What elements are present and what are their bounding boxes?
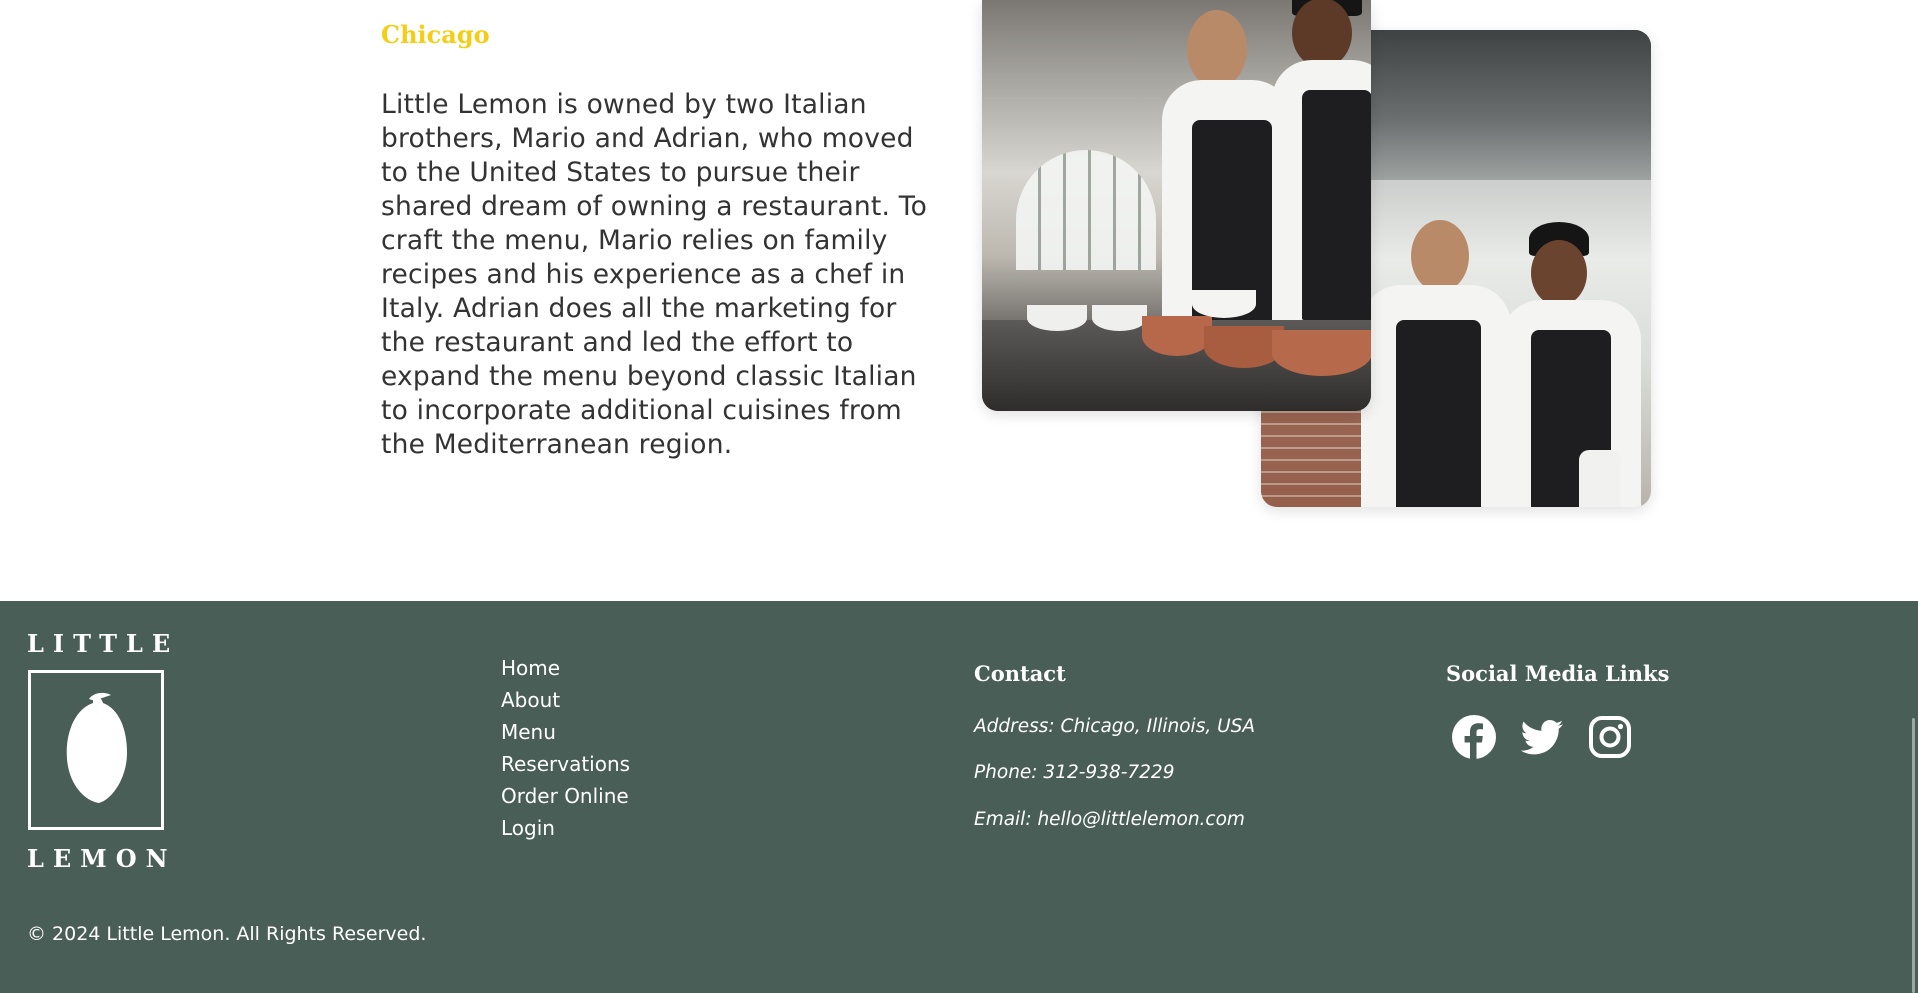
page-scrollbar[interactable] xyxy=(1912,718,1915,993)
copyright-text: © 2024 Little Lemon. All Rights Reserved… xyxy=(27,923,427,945)
nav-link-reservations[interactable]: Reservations xyxy=(501,752,630,776)
footer-nav-item: Reservations xyxy=(501,748,630,780)
facebook-icon[interactable] xyxy=(1451,714,1497,760)
social-icon-row xyxy=(1451,714,1651,766)
logo-frame xyxy=(28,670,164,830)
nav-link-order-online[interactable]: Order Online xyxy=(501,784,629,808)
nav-link-home[interactable]: Home xyxy=(501,656,560,680)
footer-nav-item: Order Online xyxy=(501,780,630,812)
site-footer: LITTLE LEMON Home About Menu Reservation… xyxy=(0,601,1918,993)
lemon-icon xyxy=(66,692,127,803)
footer-nav-item: About xyxy=(501,684,630,716)
nav-link-menu[interactable]: Menu xyxy=(501,720,556,744)
footer-nav-item: Menu xyxy=(501,716,630,748)
logo-wordmark-top: LITTLE xyxy=(27,629,180,658)
social-section: Social Media Links xyxy=(1446,661,1670,760)
contact-address: Address: Chicago, Illinois, USA xyxy=(974,716,1256,737)
nav-link-login[interactable]: Login xyxy=(501,816,555,840)
logo-wordmark-bottom: LEMON xyxy=(27,844,177,873)
footer-nav: Home About Menu Reservations Order Onlin… xyxy=(501,652,630,844)
instagram-icon[interactable] xyxy=(1587,714,1633,760)
footer-nav-item: Home xyxy=(501,652,630,684)
contact-heading: Contact xyxy=(974,661,1066,686)
twitter-icon[interactable] xyxy=(1519,714,1565,760)
about-description: Little Lemon is owned by two Italian bro… xyxy=(381,89,928,460)
contact-email[interactable]: Email: hello@littlelemon.com xyxy=(974,809,1245,830)
contact-section: Contact Address: Chicago, Illinois, USA … xyxy=(974,661,1255,830)
social-heading: Social Media Links xyxy=(1446,661,1670,686)
contact-phone[interactable]: Phone: 312-938-7229 xyxy=(974,762,1174,783)
footer-logo[interactable]: LITTLE LEMON xyxy=(27,629,180,873)
chefs-talking-photo xyxy=(982,0,1371,411)
nav-link-about[interactable]: About xyxy=(501,688,560,712)
city-subtitle: Chicago xyxy=(381,20,490,49)
about-section: Chicago Little Lemon is owned by two Ita… xyxy=(0,0,1918,601)
footer-nav-item: Login xyxy=(501,812,630,844)
